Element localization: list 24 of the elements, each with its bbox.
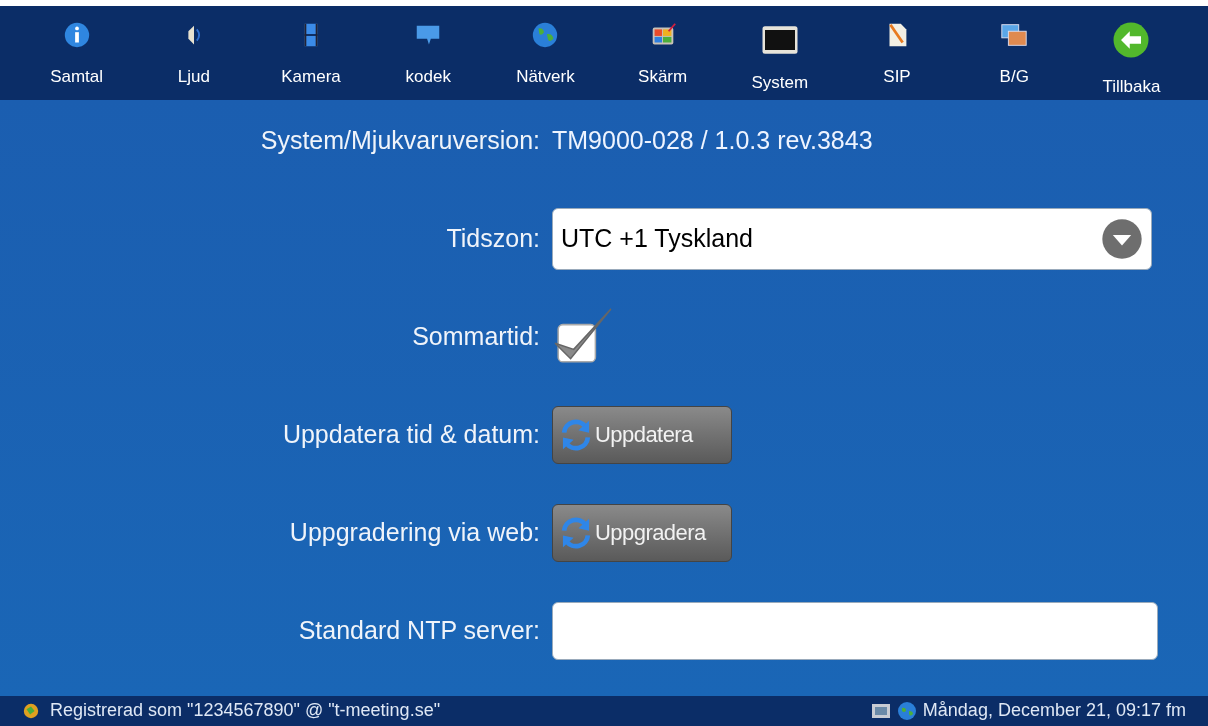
nav-tab[interactable]: Skärm xyxy=(604,6,722,90)
nav-tab[interactable]: Kamera xyxy=(252,6,370,90)
refresh-button[interactable]: Uppdatera xyxy=(552,405,732,464)
nav-tab[interactable]: Tillbaka xyxy=(1072,6,1191,100)
nav-tab[interactable]: Nätverk xyxy=(486,6,604,90)
field-label: Sommartid: xyxy=(412,320,540,352)
nav-tab[interactable]: kodek xyxy=(369,6,487,90)
nav-tab[interactable]: System xyxy=(721,6,839,96)
nav-tab[interactable]: SIP xyxy=(838,6,956,90)
field-label: System/Mjukvaruversion: xyxy=(260,124,540,156)
nav-tab[interactable]: Samtal xyxy=(18,6,136,90)
monitor-icon xyxy=(870,701,891,720)
nav-tab[interactable]: Ljud xyxy=(135,6,253,90)
field-label: Uppdatera tid & datum: xyxy=(282,418,540,450)
field-label: Standard NTP server: xyxy=(298,614,540,646)
ntp-server-field[interactable] xyxy=(552,601,1158,660)
field-label: Tidszon: xyxy=(446,222,540,254)
version-value: TM9000-028 / 1.0.3 rev.3843 xyxy=(552,124,873,156)
field-label: Uppgradering via web: xyxy=(289,516,540,548)
registration-text: Registrerad som "1234567890" @ "t-meeting.se" xyxy=(50,699,441,723)
date-time-text: Måndag, December 21, 09:17 fm xyxy=(922,699,1186,723)
timezone-dropdown[interactable]: UTC +1 Tyskland xyxy=(552,207,1152,270)
refresh-button[interactable]: Uppgradera xyxy=(552,503,732,562)
nav-tab[interactable]: B/G xyxy=(955,6,1073,90)
